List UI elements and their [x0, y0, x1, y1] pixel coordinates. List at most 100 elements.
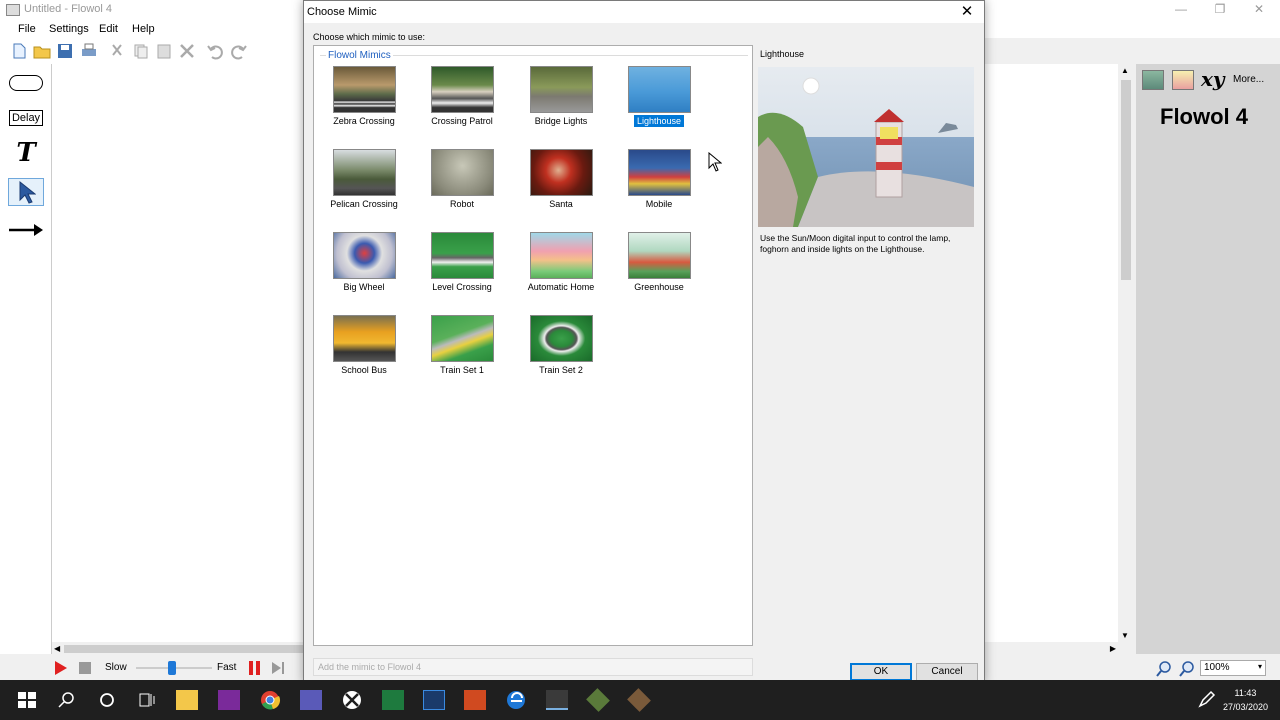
app-taskbar-icon-1[interactable] [586, 688, 610, 712]
menu-help[interactable]: Help [132, 23, 155, 35]
task-view-icon[interactable] [136, 690, 158, 710]
maximize-icon[interactable]: ❐ [1205, 2, 1235, 18]
redo-icon[interactable] [230, 42, 248, 60]
mimic-item-lighthouse[interactable]: Lighthouse [611, 66, 707, 128]
scroll-left-icon[interactable]: ◀ [54, 644, 60, 653]
dialog-title: Choose Mimic [307, 6, 377, 18]
chrome-icon[interactable] [259, 690, 281, 710]
flowol-taskbar-icon[interactable] [546, 690, 568, 710]
text-tool-label: T [16, 138, 36, 168]
mimic-item-crossing-patrol[interactable]: Crossing Patrol [414, 66, 510, 127]
flowchart-tools-panel: Delay T [0, 64, 52, 654]
excel-icon[interactable] [382, 690, 404, 710]
connector-tool[interactable] [8, 216, 44, 244]
play-icon[interactable] [54, 660, 68, 676]
lighthouse-preview-image [758, 67, 974, 227]
minimize-icon[interactable]: — [1166, 2, 1196, 18]
undo-icon[interactable] [206, 42, 224, 60]
cut-icon[interactable] [108, 42, 126, 60]
speed-slider[interactable] [136, 661, 212, 675]
mimic-item-train-set-1[interactable]: Train Set 1 [414, 315, 510, 376]
xy-button[interactable]: xy [1201, 67, 1225, 91]
delay-tool[interactable]: Delay [8, 104, 44, 132]
cancel-button[interactable]: Cancel [916, 663, 978, 681]
mimic-item-train-set-2[interactable]: Train Set 2 [513, 315, 609, 376]
paste-icon[interactable] [155, 42, 173, 60]
mimic-item-santa[interactable]: Santa [513, 149, 609, 210]
select-tool[interactable] [8, 178, 44, 206]
app-taskbar-icon-2[interactable] [627, 688, 651, 712]
mimic-label: Robot [449, 199, 475, 209]
mimic-panel: xy More... Flowol 4 [1136, 64, 1280, 654]
mimic-item-school-bus[interactable]: School Bus [316, 315, 412, 376]
speed-fast-label: Fast [217, 662, 237, 673]
menu-settings[interactable]: Settings [49, 23, 89, 35]
new-file-icon[interactable] [10, 42, 28, 60]
xbox-icon[interactable] [341, 690, 363, 710]
text-tool[interactable]: T [8, 138, 44, 168]
oval-shape-icon [9, 75, 43, 91]
mimic-item-greenhouse[interactable]: Greenhouse [611, 232, 707, 293]
hscroll-thumb[interactable] [64, 645, 304, 653]
step-icon[interactable] [270, 660, 286, 676]
windows-start-icon[interactable] [16, 690, 38, 710]
edge-icon[interactable] [505, 690, 527, 710]
close-window-icon[interactable]: ✕ [1244, 2, 1274, 18]
mimic-thumbnail-icon[interactable] [1142, 70, 1164, 90]
preview-title: Lighthouse [760, 49, 805, 59]
pointer-arrow-icon [19, 180, 36, 204]
scroll-up-icon[interactable]: ▲ [1121, 66, 1129, 75]
copy-icon[interactable] [132, 42, 150, 60]
toolbar [0, 38, 305, 64]
scroll-right-icon[interactable]: ▶ [1110, 644, 1116, 653]
pelican-crossing-thumbnail [332, 149, 396, 196]
zoom-in-icon[interactable] [1155, 660, 1173, 678]
arrow-right-icon [9, 224, 43, 236]
stop-icon[interactable] [79, 662, 91, 674]
teams-icon[interactable] [300, 690, 322, 710]
mimic-item-zebra-crossing[interactable]: Zebra Crossing [316, 66, 412, 127]
crossing-patrol-thumbnail [430, 66, 494, 113]
mimic-label: Greenhouse [634, 282, 684, 292]
save-icon[interactable] [56, 42, 74, 60]
mimic-item-big-wheel[interactable]: Big Wheel [316, 232, 412, 293]
pause-icon[interactable] [248, 661, 262, 675]
menu-file[interactable]: File [18, 23, 36, 35]
scroll-thumb[interactable] [1121, 80, 1131, 280]
open-folder-icon[interactable] [33, 42, 51, 60]
pen-icon[interactable] [1196, 690, 1218, 710]
mimic-item-robot[interactable]: Robot [414, 149, 510, 210]
lighthouse-mimic-icon[interactable] [1172, 70, 1194, 90]
mimic-item-mobile[interactable]: Mobile [611, 149, 707, 210]
speed-slider-thumb[interactable] [168, 661, 176, 675]
photoshop-icon[interactable] [423, 690, 445, 710]
start-stop-shape-tool[interactable] [8, 69, 44, 97]
zoom-select[interactable]: 100% ▾ [1200, 660, 1266, 676]
file-explorer-icon[interactable] [176, 690, 198, 710]
dialog-close-icon[interactable]: ✕ [956, 3, 978, 21]
ok-button[interactable]: OK [850, 663, 912, 681]
speed-slow-label: Slow [105, 662, 127, 673]
mimic-item-bridge-lights[interactable]: Bridge Lights [513, 66, 609, 127]
scroll-down-icon[interactable]: ▼ [1121, 631, 1129, 640]
onenote-icon[interactable] [218, 690, 240, 710]
system-clock[interactable]: 11:43 27/03/2020 [1223, 686, 1268, 714]
mimic-item-automatic-home[interactable]: Automatic Home [513, 232, 609, 293]
print-icon[interactable] [80, 42, 98, 60]
flowchart-canvas[interactable] [52, 64, 305, 642]
zoom-out-icon[interactable] [1178, 660, 1196, 678]
delete-icon[interactable] [178, 42, 196, 60]
menu-edit[interactable]: Edit [99, 23, 118, 35]
more-button[interactable]: More... [1233, 74, 1264, 85]
dialog-prompt: Choose which mimic to use: [313, 32, 426, 42]
cortana-icon[interactable] [96, 690, 118, 710]
mimic-label: Level Crossing [432, 282, 492, 292]
powerpoint-icon[interactable] [464, 690, 486, 710]
mimic-item-level-crossing[interactable]: Level Crossing [414, 232, 510, 293]
level-crossing-thumbnail [430, 232, 494, 279]
flowchart-canvas-right[interactable] [984, 64, 1134, 642]
app-title: Untitled - Flowol 4 [24, 3, 113, 15]
search-icon[interactable] [56, 690, 78, 710]
vertical-scrollbar[interactable]: ▲ ▼ [1118, 64, 1134, 642]
mimic-item-pelican-crossing[interactable]: Pelican Crossing [316, 149, 412, 210]
